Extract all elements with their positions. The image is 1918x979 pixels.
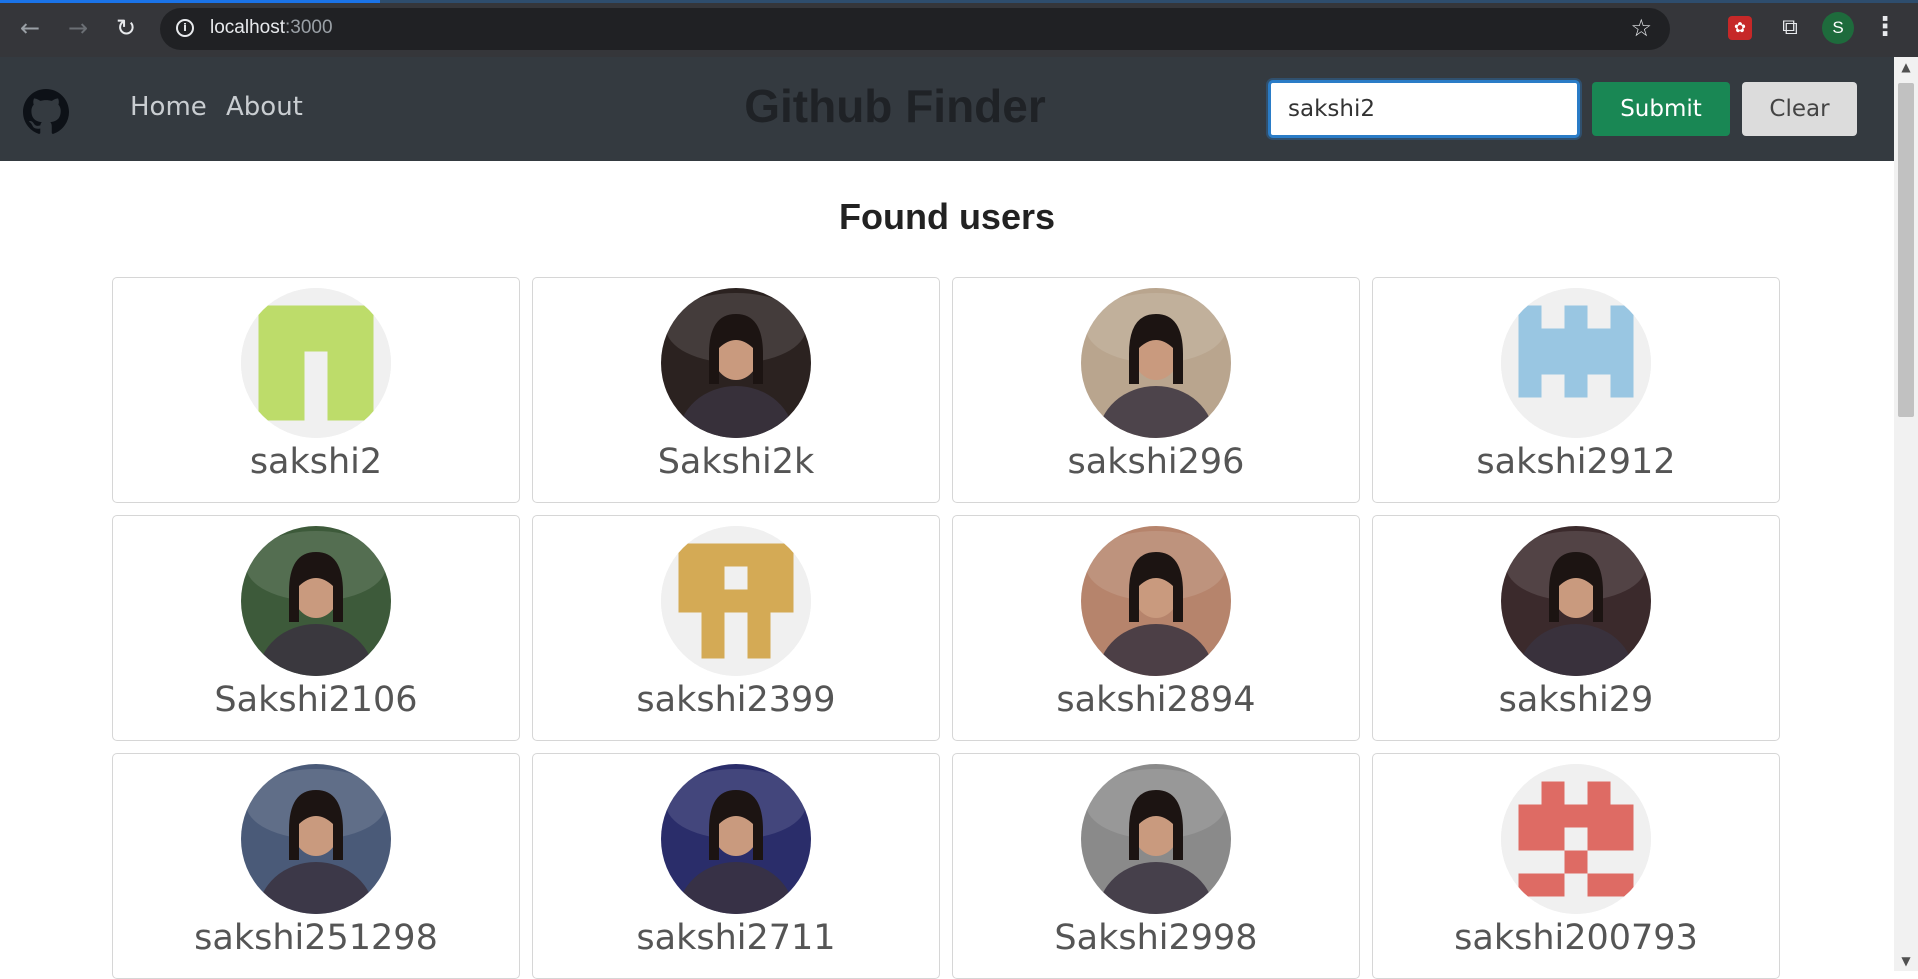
identicon-avatar-image <box>241 288 391 438</box>
user-login[interactable]: sakshi2912 <box>1373 442 1779 482</box>
browser-menu-icon[interactable]: ⋮ <box>1872 12 1898 44</box>
user-login[interactable]: sakshi2399 <box>533 680 939 720</box>
app-navbar: Home About Github Finder Submit Clear <box>0 57 1894 161</box>
user-card[interactable]: sakshi2 <box>112 277 520 503</box>
user-card[interactable]: Sakshi2106 <box>112 515 520 741</box>
browser-toolbar: ← → ↻ i localhost:3000 ☆ ✿ ⧉ S ⋮ <box>0 0 1918 57</box>
profile-photo-image <box>241 764 391 914</box>
address-bar[interactable]: i localhost:3000 ☆ <box>160 8 1670 50</box>
bookmark-star-icon[interactable]: ☆ <box>1630 14 1652 42</box>
github-logo-icon[interactable] <box>23 89 69 135</box>
user-card[interactable]: sakshi296 <box>952 277 1360 503</box>
user-card[interactable]: sakshi251298 <box>112 753 520 979</box>
user-card[interactable]: sakshi2399 <box>532 515 940 741</box>
url-port: :3000 <box>285 17 333 38</box>
user-login[interactable]: Sakshi2998 <box>953 918 1359 958</box>
back-icon[interactable]: ← <box>14 12 46 44</box>
user-avatar[interactable] <box>1501 526 1651 676</box>
scroll-down-arrow-icon[interactable]: ▼ <box>1894 951 1918 971</box>
identicon-avatar-image <box>661 526 811 676</box>
page-scrollbar[interactable]: ▲ ▼ <box>1894 57 1918 971</box>
user-avatar[interactable] <box>1081 764 1231 914</box>
address-url[interactable]: localhost:3000 <box>210 17 333 39</box>
user-card[interactable]: sakshi200793 <box>1372 753 1780 979</box>
user-avatar[interactable] <box>1081 526 1231 676</box>
profile-photo-image <box>1081 526 1231 676</box>
submit-button[interactable]: Submit <box>1592 82 1730 136</box>
user-avatar[interactable] <box>241 764 391 914</box>
user-avatar[interactable] <box>661 288 811 438</box>
extension-icon[interactable]: ✿ <box>1728 16 1752 40</box>
user-avatar[interactable] <box>1081 288 1231 438</box>
loading-progress-track <box>380 0 1918 3</box>
user-avatar[interactable] <box>661 526 811 676</box>
user-card[interactable]: sakshi2894 <box>952 515 1360 741</box>
clear-button[interactable]: Clear <box>1742 82 1857 136</box>
user-login[interactable]: sakshi2894 <box>953 680 1359 720</box>
user-avatar[interactable] <box>661 764 811 914</box>
search-input[interactable] <box>1268 80 1580 138</box>
scroll-up-arrow-icon[interactable]: ▲ <box>1894 57 1918 77</box>
user-card[interactable]: sakshi2711 <box>532 753 940 979</box>
user-login[interactable]: sakshi251298 <box>113 918 519 958</box>
profile-photo-image <box>661 764 811 914</box>
user-login[interactable]: Sakshi2k <box>533 442 939 482</box>
user-login[interactable]: sakshi2 <box>113 442 519 482</box>
profile-photo-image <box>241 526 391 676</box>
loading-progress-bar <box>0 0 380 3</box>
nav-link-home[interactable]: Home <box>130 92 207 122</box>
identicon-avatar-image <box>1501 288 1651 438</box>
user-avatar[interactable] <box>241 526 391 676</box>
user-login[interactable]: sakshi29 <box>1373 680 1779 720</box>
user-card[interactable]: sakshi2912 <box>1372 277 1780 503</box>
url-host: localhost <box>210 17 285 38</box>
app-title: Github Finder <box>744 80 1046 132</box>
profile-photo-image <box>1081 764 1231 914</box>
user-avatar[interactable] <box>241 288 391 438</box>
forward-icon[interactable]: → <box>62 12 94 44</box>
user-avatar[interactable] <box>1501 288 1651 438</box>
extensions-puzzle-icon[interactable]: ⧉ <box>1776 14 1804 42</box>
profile-photo-image <box>661 288 811 438</box>
scrollbar-thumb[interactable] <box>1898 83 1914 417</box>
results-heading: Found users <box>838 196 1056 237</box>
user-card[interactable]: Sakshi2998 <box>952 753 1360 979</box>
user-login[interactable]: Sakshi2106 <box>113 680 519 720</box>
user-grid: sakshi2 Sakshi2k sakshi296 sakshi2912 Sakshi… <box>112 277 1780 979</box>
profile-photo-image <box>1081 288 1231 438</box>
profile-avatar[interactable]: S <box>1822 12 1854 44</box>
user-card[interactable]: sakshi29 <box>1372 515 1780 741</box>
user-card[interactable]: Sakshi2k <box>532 277 940 503</box>
reload-icon[interactable]: ↻ <box>110 12 142 44</box>
user-login[interactable]: sakshi2711 <box>533 918 939 958</box>
profile-photo-image <box>1501 526 1651 676</box>
user-login[interactable]: sakshi296 <box>953 442 1359 482</box>
site-info-icon[interactable]: i <box>176 19 194 37</box>
nav-link-about[interactable]: About <box>226 92 303 122</box>
user-avatar[interactable] <box>1501 764 1651 914</box>
user-login[interactable]: sakshi200793 <box>1373 918 1779 958</box>
identicon-avatar-image <box>1501 764 1651 914</box>
